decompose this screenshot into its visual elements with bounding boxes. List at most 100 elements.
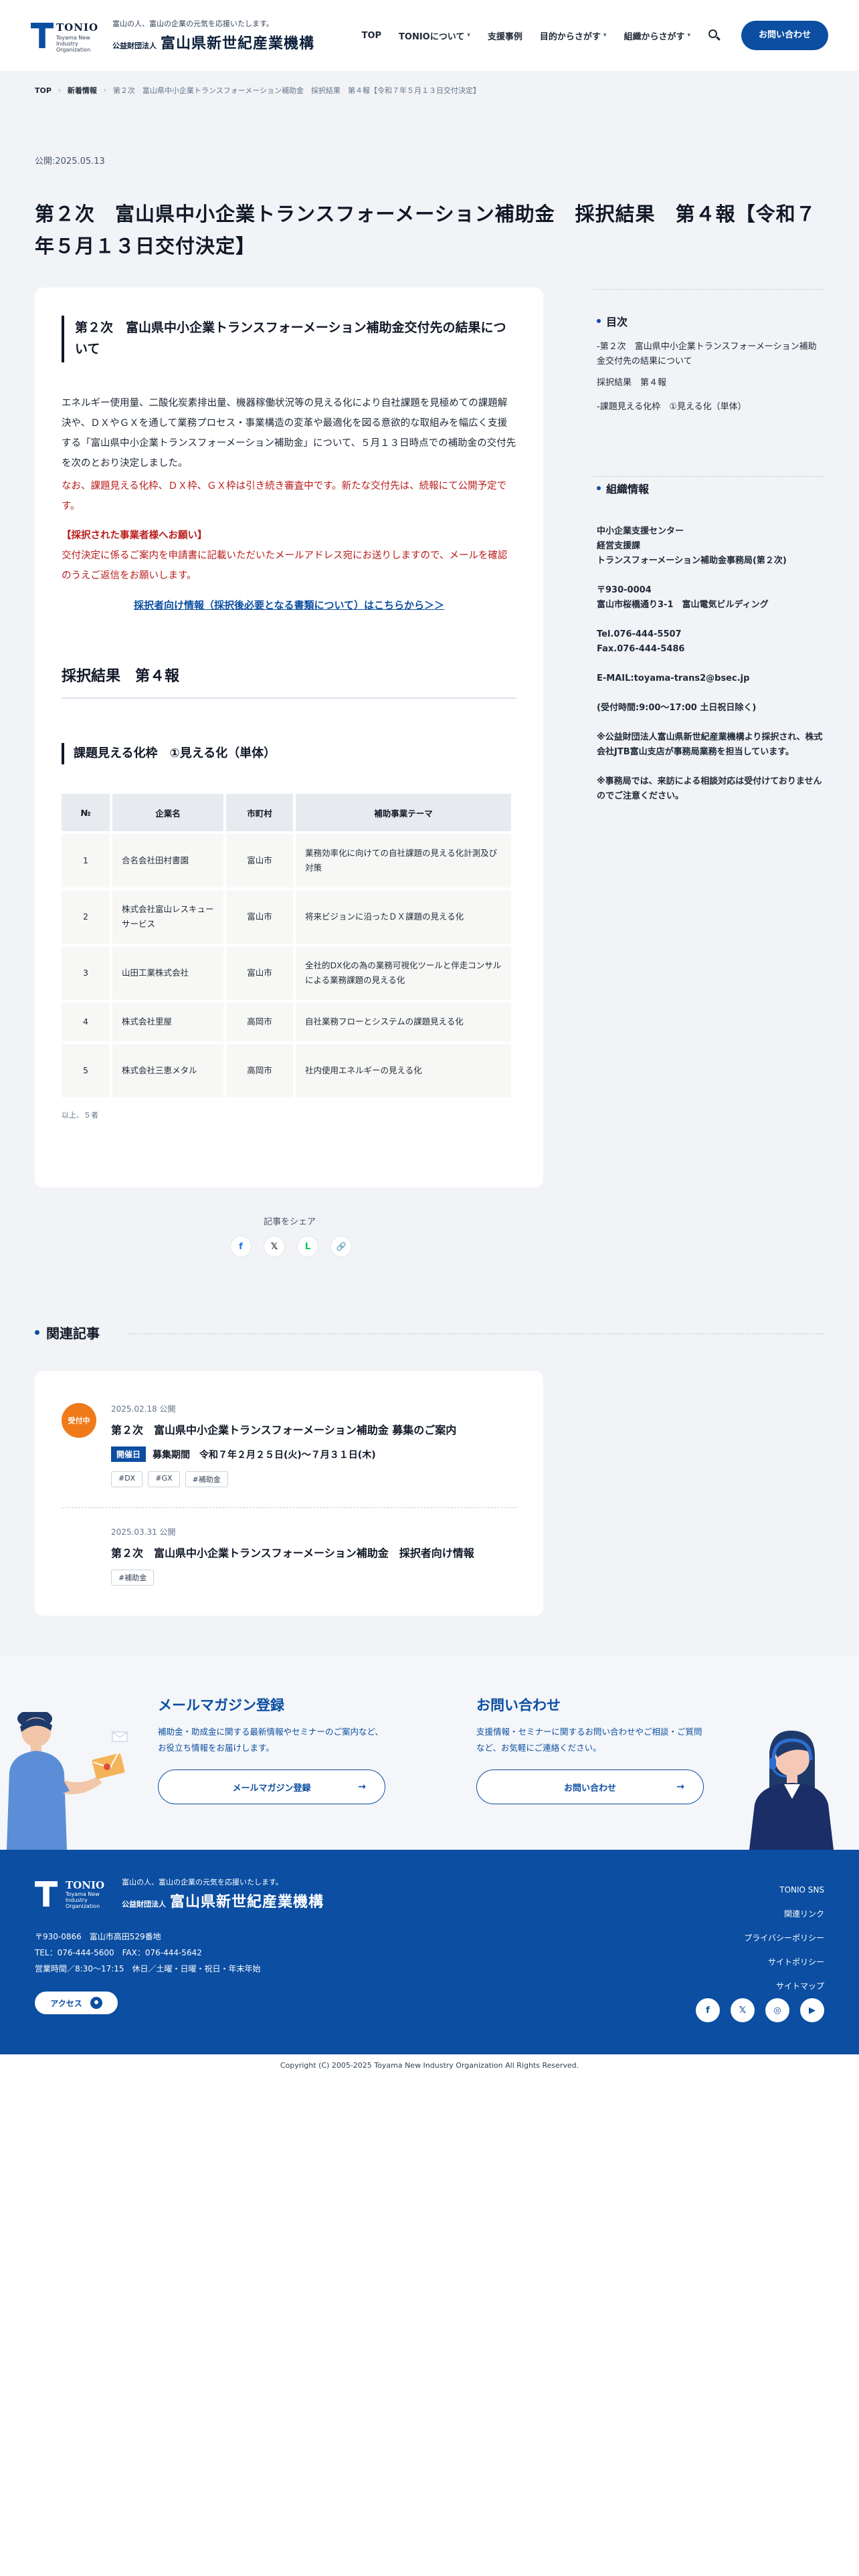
facebook-icon[interactable]: f	[230, 1236, 252, 1257]
footer-link-sns[interactable]: TONIO SNS	[744, 1878, 824, 1902]
related-card: 受付中 2025.02.18 公開 第２次 富山県中小企業トランスフォーメーショ…	[35, 1371, 543, 1616]
table-row: 3 山田工業株式会社 富山市 全社的DX化の為の業務可視化ツールと伴走コンサルに…	[62, 946, 511, 1000]
tonio-t-icon	[35, 1881, 58, 1907]
footer-link-privacy[interactable]: プライバシーポリシー	[744, 1926, 824, 1950]
cell-company: 株式会社富山レスキューサービス	[112, 890, 223, 944]
footer-logo[interactable]: TONIO Toyama New Industry Organization 富…	[35, 1876, 324, 1911]
table-row: 2 株式会社富山レスキューサービス 富山市 将来ビジョンに沿ったＤＸ課題の見える…	[62, 890, 511, 944]
x-icon[interactable]: 𝕏	[731, 1998, 755, 2022]
contact-button[interactable]: お問い合わせ →	[476, 1769, 704, 1804]
awardee-info-link[interactable]: 採択者向け情報（採択後必要となる書類について）はこちらから＞＞	[62, 598, 516, 612]
link-icon[interactable]: 🔗	[330, 1236, 352, 1257]
period-tag: 開催日	[111, 1446, 147, 1462]
arrow-right-icon: →	[676, 1782, 684, 1792]
tag-subsidy[interactable]: #補助金	[185, 1471, 228, 1487]
cell-theme: 業務効率化に向けての自社課題の見える化計測及び対策	[296, 834, 511, 887]
x-icon[interactable]: 𝕏	[264, 1236, 285, 1257]
related-heading: 関連記事	[35, 1323, 100, 1342]
operator-illustration-icon	[749, 1730, 834, 1850]
breadcrumb-top[interactable]: TOP	[35, 86, 52, 95]
breadcrumb: TOP › 新着情報 › 第２次 富山県中小企業トランスフォーメーション補助金 …	[35, 85, 480, 96]
item-divider	[62, 1507, 516, 1508]
site-tagline: 富山の人、富山の企業の元気を応援いたします。	[112, 19, 274, 28]
cell-city: 富山市	[226, 946, 293, 1000]
line-icon[interactable]: L	[297, 1236, 318, 1257]
access-button[interactable]: アクセス	[35, 1992, 118, 2014]
list-item[interactable]: 2025.03.31 公開 第２次 富山県中小企業トランスフォーメーション補助金…	[111, 1526, 516, 1586]
chevron-right-icon: ›	[103, 86, 106, 94]
contact-section: お問い合わせ 支援情報・セミナーに関するお問い合わせやご相談・ご質問など、お気軽…	[476, 1695, 704, 1804]
status-badge: 受付中	[62, 1403, 96, 1438]
global-nav: TOP TONIOについて ▾ 支援事例 目的からさがす ▾ 組織からさがす ▾ お問…	[362, 21, 828, 50]
search-icon[interactable]	[708, 29, 721, 42]
tag-list: #補助金	[111, 1570, 516, 1586]
col-theme: 補助事業テーマ	[296, 794, 511, 831]
nav-purpose[interactable]: 目的からさがす ▾	[540, 29, 607, 42]
footer-link-related[interactable]: 関連リンク	[744, 1902, 824, 1926]
cell-theme: 全社的DX化の為の業務可視化ツールと伴走コンサルによる業務課題の見える化	[296, 946, 511, 1000]
toc-heading: 目次	[597, 313, 628, 329]
share-label: 記事をシェア	[263, 1217, 316, 1227]
sidebar-divider	[593, 289, 824, 290]
cell-company: 山田工業株式会社	[112, 946, 223, 1000]
dot-icon	[597, 319, 601, 323]
map-pin-icon	[90, 1997, 102, 2009]
facebook-icon[interactable]: f	[696, 1998, 720, 2022]
org-name: 富山県新世紀産業機構	[161, 35, 315, 52]
org-info: 中小企業支援センター 経営支援課 トランスフォーメーション補助金事務局(第２次)…	[597, 524, 824, 804]
toc-item-category[interactable]: -課題見える化枠 ①見える化（単体）	[597, 400, 824, 415]
nav-about[interactable]: TONIOについて ▾	[399, 29, 470, 42]
footer-link-sitepolicy[interactable]: サイトポリシー	[744, 1950, 824, 1974]
notice-heading: 【採択された事業者様へお願い】	[62, 530, 207, 541]
mailmag-button[interactable]: メールマガジン登録 →	[158, 1769, 385, 1804]
table-row: 1 合名会社田村書園 富山市 業務効率化に向けての自社課題の見える化計測及び対策	[62, 834, 511, 887]
awards-table: № 企業名 市町村 補助事業テーマ 1 合名会社田村書園 富山市 業務効率化に向…	[59, 791, 514, 1100]
contact-text: 支援情報・セミナーに関するお問い合わせやご相談・ご質問など、お気軽にご連絡くださ…	[476, 1727, 702, 1753]
youtube-icon[interactable]: ▶	[800, 1998, 824, 2022]
site-logo[interactable]: TONIO Toyama New Industry Organization 富…	[31, 18, 314, 53]
man-illustration-icon	[7, 1712, 128, 1850]
tag-list: #DX #GX #補助金	[111, 1471, 516, 1487]
share-buttons: f 𝕏 L 🔗	[230, 1236, 352, 1257]
table-row: 5 株式会社三恵メタル 高岡市 社内使用エネルギーの見える化	[62, 1044, 511, 1097]
notice-body: 交付決定に係るご案内を申請書に記載いただいたメールアドレス宛にお送りしますので、…	[62, 550, 508, 581]
chevron-right-icon: ›	[58, 86, 61, 94]
nav-cases[interactable]: 支援事例	[488, 29, 522, 42]
article-body: エネルギー使用量、二酸化炭素排出量、機器稼働状況等の見える化により自社課題を見極…	[62, 398, 516, 469]
related-period: 開催日 募集期間 令和７年２月２５日(火)〜７月３１日(木)	[111, 1446, 516, 1462]
cell-theme: 社内使用エネルギーの見える化	[296, 1044, 511, 1097]
chevron-down-icon: ▾	[687, 32, 690, 39]
nav-top[interactable]: TOP	[362, 31, 381, 41]
footer-link-sitemap[interactable]: サイトマップ	[744, 1974, 824, 1998]
header-contact-button[interactable]: お問い合わせ	[741, 21, 828, 50]
tag-dx[interactable]: #DX	[111, 1471, 143, 1487]
cell-no: 4	[62, 1002, 110, 1041]
related-title[interactable]: 第２次 富山県中小企業トランスフォーメーション補助金 採択者向け情報	[111, 1544, 516, 1560]
list-item[interactable]: 2025.02.18 公開 第２次 富山県中小企業トランスフォーメーション補助金…	[111, 1403, 516, 1487]
related-divider	[127, 1333, 824, 1334]
org-email[interactable]: E-MAIL:toyama-trans2@bsec.jp	[597, 671, 824, 686]
cell-city: 高岡市	[226, 1002, 293, 1041]
dot-icon	[597, 486, 601, 490]
result-heading: 採択結果 第４報	[62, 664, 516, 699]
cell-theme: 自社業務フローとシステムの課題見える化	[296, 1002, 511, 1041]
instagram-icon[interactable]: ◎	[765, 1998, 789, 2022]
tag-subsidy[interactable]: #補助金	[111, 1570, 155, 1586]
cell-city: 富山市	[226, 834, 293, 887]
footer-links: TONIO SNS 関連リンク プライバシーポリシー サイトポリシー サイトマッ…	[744, 1878, 824, 1998]
org-heading: 組織情報	[597, 480, 649, 496]
toc-item-report[interactable]: 採択結果 第４報	[597, 376, 824, 391]
cell-company: 株式会社里屋	[112, 1002, 223, 1041]
publish-date: 公開:2025.05.13	[35, 156, 105, 167]
toc-item-result[interactable]: -第２次 富山県中小企業トランスフォーメーション補助金交付先の結果について	[597, 340, 824, 369]
sidebar-divider	[593, 476, 824, 477]
breadcrumb-news[interactable]: 新着情報	[68, 85, 97, 96]
site-footer: TONIO Toyama New Industry Organization 富…	[0, 1850, 859, 2054]
footer-social: f 𝕏 ◎ ▶	[696, 1998, 824, 2022]
nav-organization[interactable]: 組織からさがす ▾	[624, 29, 690, 42]
related-title[interactable]: 第２次 富山県中小企業トランスフォーメーション補助金 募集のご案内	[111, 1421, 516, 1437]
chevron-down-icon: ▾	[467, 32, 470, 39]
cell-company: 株式会社三恵メタル	[112, 1044, 223, 1097]
footer-address: 〒930-0866 富山市高田529番地 TEL：076-444-5600 FA…	[35, 1932, 261, 1973]
tag-gx[interactable]: #GX	[148, 1471, 180, 1487]
